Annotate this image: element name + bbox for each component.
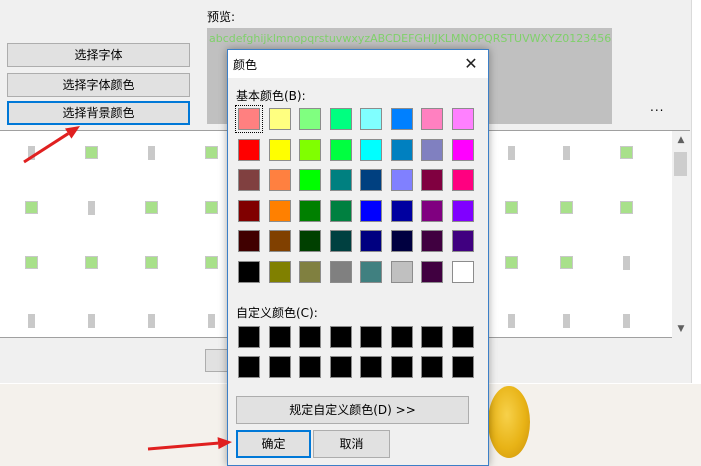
arrow-to-ok-button-shaft	[147, 441, 219, 451]
arrow-to-background-button-head	[64, 126, 80, 139]
arrow-to-ok-button-head	[217, 437, 232, 450]
arrow-to-background-button-shaft	[23, 132, 70, 164]
annotation-arrows	[23, 126, 232, 451]
